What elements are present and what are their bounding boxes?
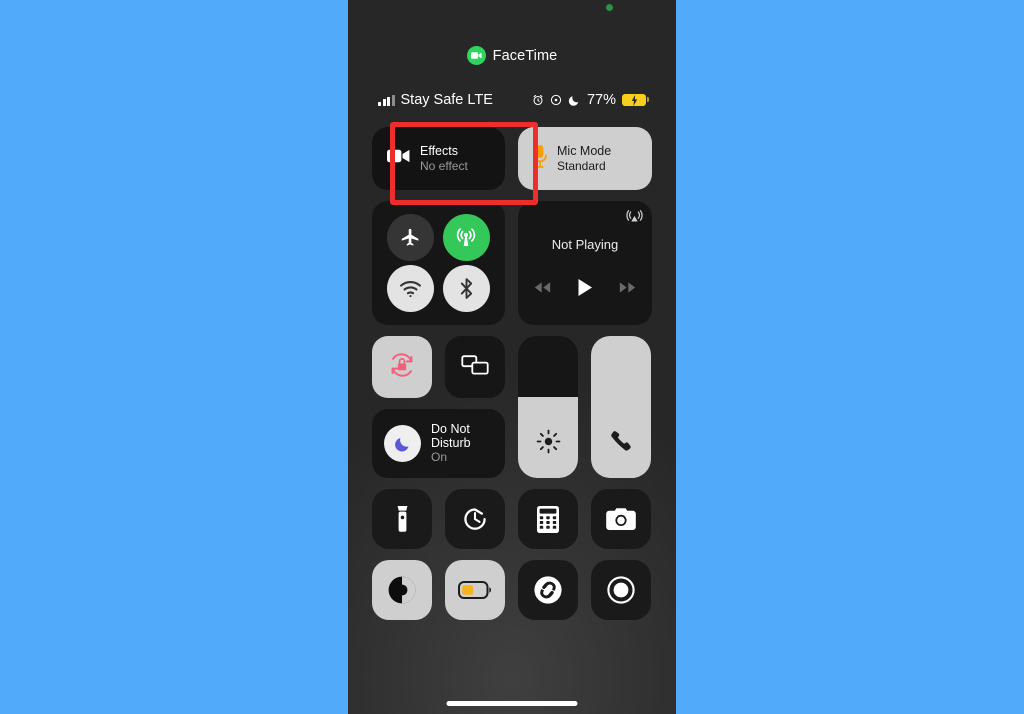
screen-mirroring-icon [461,354,489,381]
flashlight-button[interactable] [372,489,432,549]
effects-subtitle: No effect [420,158,468,173]
calculator-button[interactable] [518,489,578,549]
dnd-status: On [431,450,448,464]
battery-percentage-label: 77% [586,92,616,108]
camera-button[interactable] [591,489,651,549]
rewind-icon[interactable] [534,281,551,294]
microphone-icon [533,144,547,173]
facetime-app-indicator[interactable]: FaceTime [348,46,676,65]
timer-icon [461,505,489,533]
volume-slider[interactable] [591,336,651,478]
camera-icon [606,507,636,531]
flashlight-icon [396,505,409,533]
sun-icon [536,429,561,454]
screen-record-icon [606,575,636,605]
status-bar: Stay Safe LTE 77% [348,90,676,110]
effects-tile[interactable]: Effects No effect [372,127,505,190]
dark-mode-button[interactable] [372,560,432,620]
control-center: Effects No effect Mic Mode Standard Not … [372,122,652,620]
cellular-data-button[interactable] [442,214,490,261]
airplane-mode-button[interactable] [387,214,435,261]
battery-icon [458,581,492,599]
now-playing-tile[interactable]: Not Playing [518,201,652,325]
cellular-antenna-icon [454,226,478,250]
carrier-label: Stay Safe LTE [400,92,493,108]
now-playing-title: Not Playing [551,237,619,252]
mic-mode-tile[interactable]: Mic Mode Standard [518,127,652,190]
do-not-disturb-tile[interactable]: Do Not Disturb On [372,409,505,478]
iphone-screen: FaceTime Stay Safe LTE 77% Effects No ef… [348,0,676,714]
bluetooth-icon [459,277,474,300]
volume-fill [591,336,651,478]
moon-icon [568,94,580,107]
low-power-mode-button[interactable] [445,560,505,620]
rotation-lock-icon [387,350,417,385]
shazam-icon [533,575,563,605]
rotation-lock-button[interactable] [372,336,432,398]
play-icon[interactable] [577,278,593,297]
calculator-icon [537,505,559,533]
cellular-signal-bars-icon [378,94,395,106]
video-camera-icon [466,46,486,65]
screen-mirroring-button[interactable] [445,336,505,398]
battery-charging-icon [622,93,649,107]
brightness-slider[interactable] [518,336,578,478]
connectivity-tile [372,201,505,325]
mic-mode-title: Mic Mode [557,143,612,158]
wifi-button[interactable] [387,265,435,312]
shazam-button[interactable] [518,560,578,620]
app-name-label: FaceTime [492,47,558,64]
phone-handset-icon [609,429,634,454]
airplane-icon [400,227,421,248]
dnd-title-line1: Do Not [431,422,470,436]
green-camera-privacy-dot-icon [606,4,613,11]
dark-mode-icon [387,575,417,605]
effects-title: Effects [420,143,458,158]
shortcut-row-1 [372,489,652,549]
wifi-icon [399,280,422,298]
crescent-moon-icon [384,425,421,462]
alarm-clock-icon [532,94,544,106]
airplay-audio-icon[interactable] [626,208,643,230]
fast-forward-icon[interactable] [619,281,636,294]
video-camera-icon [387,148,410,169]
timer-button[interactable] [445,489,505,549]
dnd-title-line2: Disturb [431,436,471,450]
mic-mode-subtitle: Standard [557,158,606,173]
home-indicator[interactable] [446,701,578,706]
orientation-lock-icon [550,94,562,106]
shortcut-row-2 [372,560,652,620]
screenshot-canvas: FaceTime Stay Safe LTE 77% Effects No ef… [0,0,1024,714]
bluetooth-button[interactable] [442,265,490,312]
screen-record-button[interactable] [591,560,651,620]
